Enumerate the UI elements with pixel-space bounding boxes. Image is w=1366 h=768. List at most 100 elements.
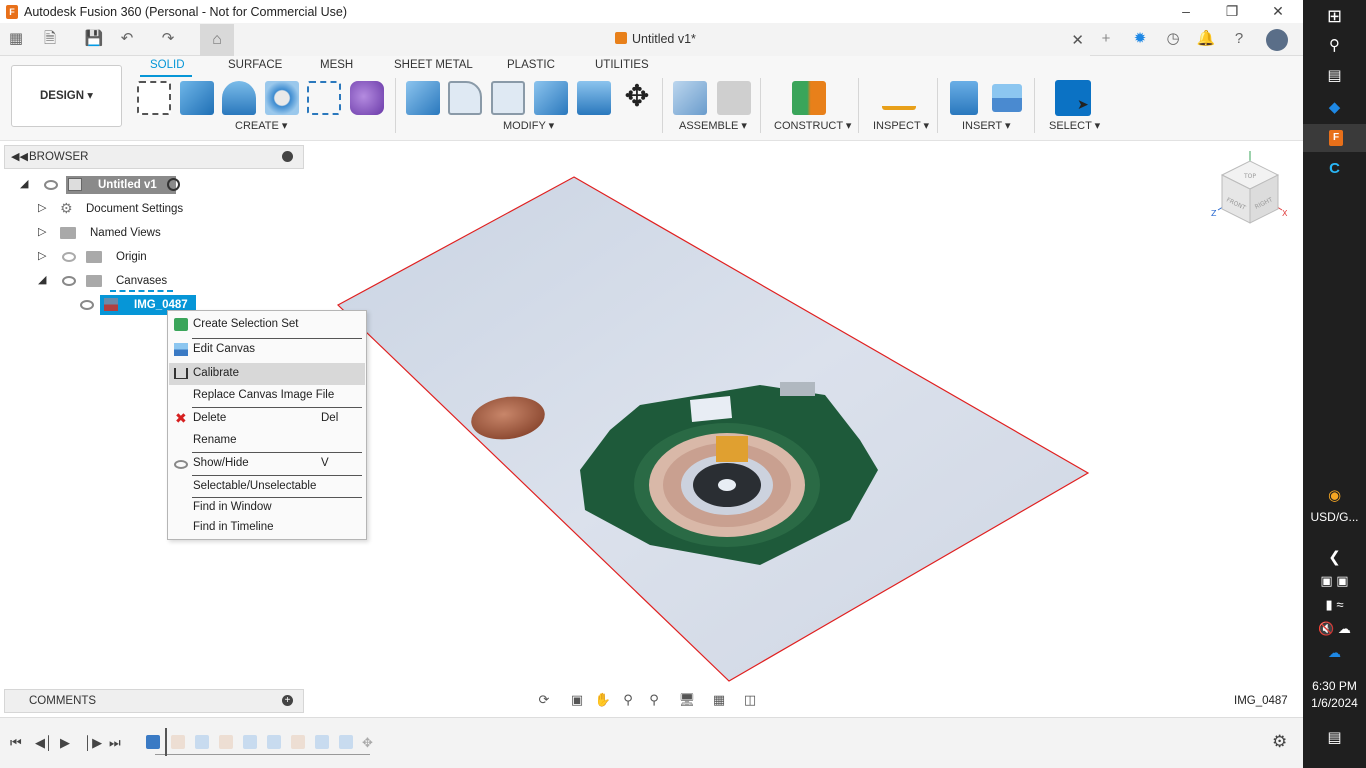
settings-gear-icon[interactable]: ⚙ bbox=[1272, 732, 1287, 752]
group-assemble[interactable]: ASSEMBLE ▾ bbox=[679, 119, 747, 132]
orbit-icon[interactable]: ⟳ bbox=[535, 692, 553, 708]
visibility-eye-icon[interactable] bbox=[80, 300, 94, 310]
timeline-feature-icon[interactable] bbox=[171, 735, 185, 749]
pattern-icon[interactable] bbox=[307, 81, 341, 115]
timeline-feature-icon[interactable] bbox=[315, 735, 329, 749]
dropbox-icon[interactable]: ◆ bbox=[1303, 98, 1366, 116]
insert-mcmaster-icon[interactable] bbox=[950, 81, 978, 115]
tab-mesh[interactable]: MESH bbox=[320, 59, 353, 71]
timeline-feature-icon[interactable] bbox=[291, 735, 305, 749]
menu-item-selectable[interactable]: Selectable/Unselectable bbox=[169, 476, 365, 498]
menu-item-find-in-timeline[interactable]: Find in Timeline bbox=[169, 517, 365, 539]
tab-plastic[interactable]: PLASTIC bbox=[507, 59, 555, 71]
new-component-icon[interactable] bbox=[673, 81, 707, 115]
go-to-start-icon[interactable]: ⏮ bbox=[10, 735, 22, 751]
viewcube-top-label[interactable]: TOP bbox=[1243, 173, 1256, 180]
currency-widget-icon[interactable]: ◉ bbox=[1303, 486, 1366, 504]
step-forward-icon[interactable]: │▶ bbox=[84, 735, 102, 751]
visibility-eye-icon[interactable] bbox=[44, 180, 58, 190]
volume-cloud-icons[interactable]: 🔇 ☁ bbox=[1303, 621, 1366, 637]
clock-time[interactable]: 6:30 PM bbox=[1303, 679, 1366, 693]
menu-item-show-hide[interactable]: Show/Hide V bbox=[169, 453, 365, 475]
timeline-feature-icon[interactable] bbox=[243, 735, 257, 749]
step-back-icon[interactable]: ◀│ bbox=[35, 735, 53, 751]
menu-item-replace-canvas-image[interactable]: Replace Canvas Image File bbox=[169, 385, 365, 407]
joint-icon[interactable] bbox=[717, 81, 751, 115]
expand-triangle-icon[interactable]: ▷ bbox=[38, 225, 46, 238]
save-icon[interactable]: 💾 bbox=[84, 29, 104, 49]
menu-item-edit-canvas[interactable]: Edit Canvas bbox=[169, 339, 365, 361]
browser-root-node[interactable]: ◢ Untitled v1 bbox=[20, 175, 190, 195]
look-at-icon[interactable]: ▣ bbox=[568, 692, 586, 708]
create-form-icon[interactable] bbox=[350, 81, 384, 115]
timeline-move-icon[interactable]: ✥ bbox=[362, 735, 373, 751]
tab-surface[interactable]: SURFACE bbox=[228, 59, 282, 71]
fusion-taskbar-icon[interactable]: F bbox=[1329, 130, 1343, 146]
measure-icon[interactable] bbox=[882, 90, 916, 110]
document-tab[interactable]: ⌂ Untitled v1* ✕ bbox=[200, 24, 1090, 56]
combine-icon[interactable] bbox=[534, 81, 568, 115]
tab-solid[interactable]: SOLID bbox=[150, 59, 185, 71]
menu-item-rename[interactable]: Rename bbox=[169, 430, 365, 452]
create-sketch-icon[interactable] bbox=[137, 81, 171, 115]
extrude-icon[interactable] bbox=[180, 81, 214, 115]
expand-triangle-icon[interactable]: ▷ bbox=[38, 249, 46, 262]
group-insert[interactable]: INSERT ▾ bbox=[962, 119, 1011, 132]
menu-item-calibrate[interactable]: Calibrate bbox=[169, 363, 365, 385]
tab-sheet-metal[interactable]: SHEET METAL bbox=[394, 59, 473, 71]
collapse-browser-icon[interactable]: ◀◀ bbox=[11, 150, 28, 163]
canva-taskbar-icon[interactable]: C bbox=[1303, 160, 1366, 177]
undo-icon[interactable]: ↶ bbox=[117, 29, 137, 49]
comments-panel-header[interactable]: COMMENTS + bbox=[4, 689, 304, 713]
group-inspect[interactable]: INSPECT ▾ bbox=[873, 119, 929, 132]
shell-icon[interactable] bbox=[491, 81, 525, 115]
insert-canvas-icon[interactable] bbox=[992, 84, 1022, 112]
hole-icon[interactable] bbox=[265, 81, 299, 115]
new-tab-icon[interactable]: + bbox=[1096, 29, 1116, 49]
browser-item-named-views[interactable]: ▷ Named Views bbox=[38, 223, 168, 243]
timeline-marker[interactable] bbox=[165, 728, 167, 756]
browser-panel-header[interactable]: ◀◀ BROWSER bbox=[4, 145, 304, 169]
browser-item-canvases[interactable]: ◢ Canvases bbox=[38, 271, 178, 292]
clock-date[interactable]: 1/6/2024 bbox=[1303, 696, 1366, 710]
battery-wifi-icons[interactable]: ▮ ≈ bbox=[1303, 597, 1366, 613]
press-pull-icon[interactable] bbox=[406, 81, 440, 115]
browser-item-document-settings[interactable]: ▷ ⚙ Document Settings bbox=[38, 199, 188, 219]
hidden-eye-icon[interactable] bbox=[62, 252, 76, 262]
workspace-switcher[interactable]: DESIGN ▾ bbox=[11, 65, 122, 127]
redo-icon[interactable]: ↷ bbox=[158, 29, 178, 49]
notification-center-icon[interactable]: ▤ bbox=[1303, 728, 1366, 746]
group-select[interactable]: SELECT ▾ bbox=[1049, 119, 1100, 132]
display-settings-icon[interactable]: 🖥 bbox=[678, 692, 696, 708]
home-icon[interactable]: ⌂ bbox=[200, 24, 234, 56]
timeline-canvas-feature-icon[interactable] bbox=[146, 735, 160, 749]
viewcube[interactable]: TOP FRONT RIGHT X Z bbox=[1210, 145, 1290, 230]
group-construct[interactable]: CONSTRUCT ▾ bbox=[774, 119, 851, 132]
play-icon[interactable]: ▶ bbox=[60, 735, 70, 751]
browser-item-origin[interactable]: ▷ Origin bbox=[38, 247, 158, 267]
expand-triangle-icon[interactable]: ▷ bbox=[38, 201, 46, 214]
collapse-triangle-icon[interactable]: ◢ bbox=[38, 273, 46, 286]
split-body-icon[interactable] bbox=[577, 81, 611, 115]
menu-item-create-selection-set[interactable]: Create Selection Set bbox=[169, 314, 365, 336]
add-comment-icon[interactable]: + bbox=[282, 695, 293, 706]
menu-item-delete[interactable]: ✖ Delete Del bbox=[169, 408, 365, 430]
timeline-feature-icon[interactable] bbox=[339, 735, 353, 749]
task-view-icon[interactable]: ▤ bbox=[1303, 66, 1366, 84]
collapse-triangle-icon[interactable]: ◢ bbox=[20, 177, 28, 190]
zoom-icon[interactable]: ⚲ bbox=[619, 692, 637, 708]
close-window-button[interactable]: ✕ bbox=[1255, 0, 1301, 23]
restore-button[interactable]: ❐ bbox=[1209, 0, 1255, 23]
tab-utilities[interactable]: UTILITIES bbox=[595, 59, 649, 71]
search-icon[interactable]: ⚲ bbox=[1303, 36, 1366, 54]
menu-item-find-in-window[interactable]: Find in Window bbox=[169, 497, 365, 519]
go-to-end-icon[interactable]: ⏭ bbox=[109, 735, 121, 751]
visibility-eye-icon[interactable] bbox=[62, 276, 76, 286]
profile-avatar[interactable] bbox=[1266, 29, 1288, 51]
data-panel-grid-icon[interactable]: ▦ bbox=[6, 29, 26, 49]
group-modify[interactable]: MODIFY ▾ bbox=[503, 119, 554, 132]
job-status-icon[interactable]: ◷ bbox=[1163, 29, 1183, 49]
minimize-browser-icon[interactable] bbox=[282, 151, 293, 162]
fillet-icon[interactable] bbox=[448, 81, 482, 115]
group-create[interactable]: CREATE ▾ bbox=[235, 119, 287, 132]
